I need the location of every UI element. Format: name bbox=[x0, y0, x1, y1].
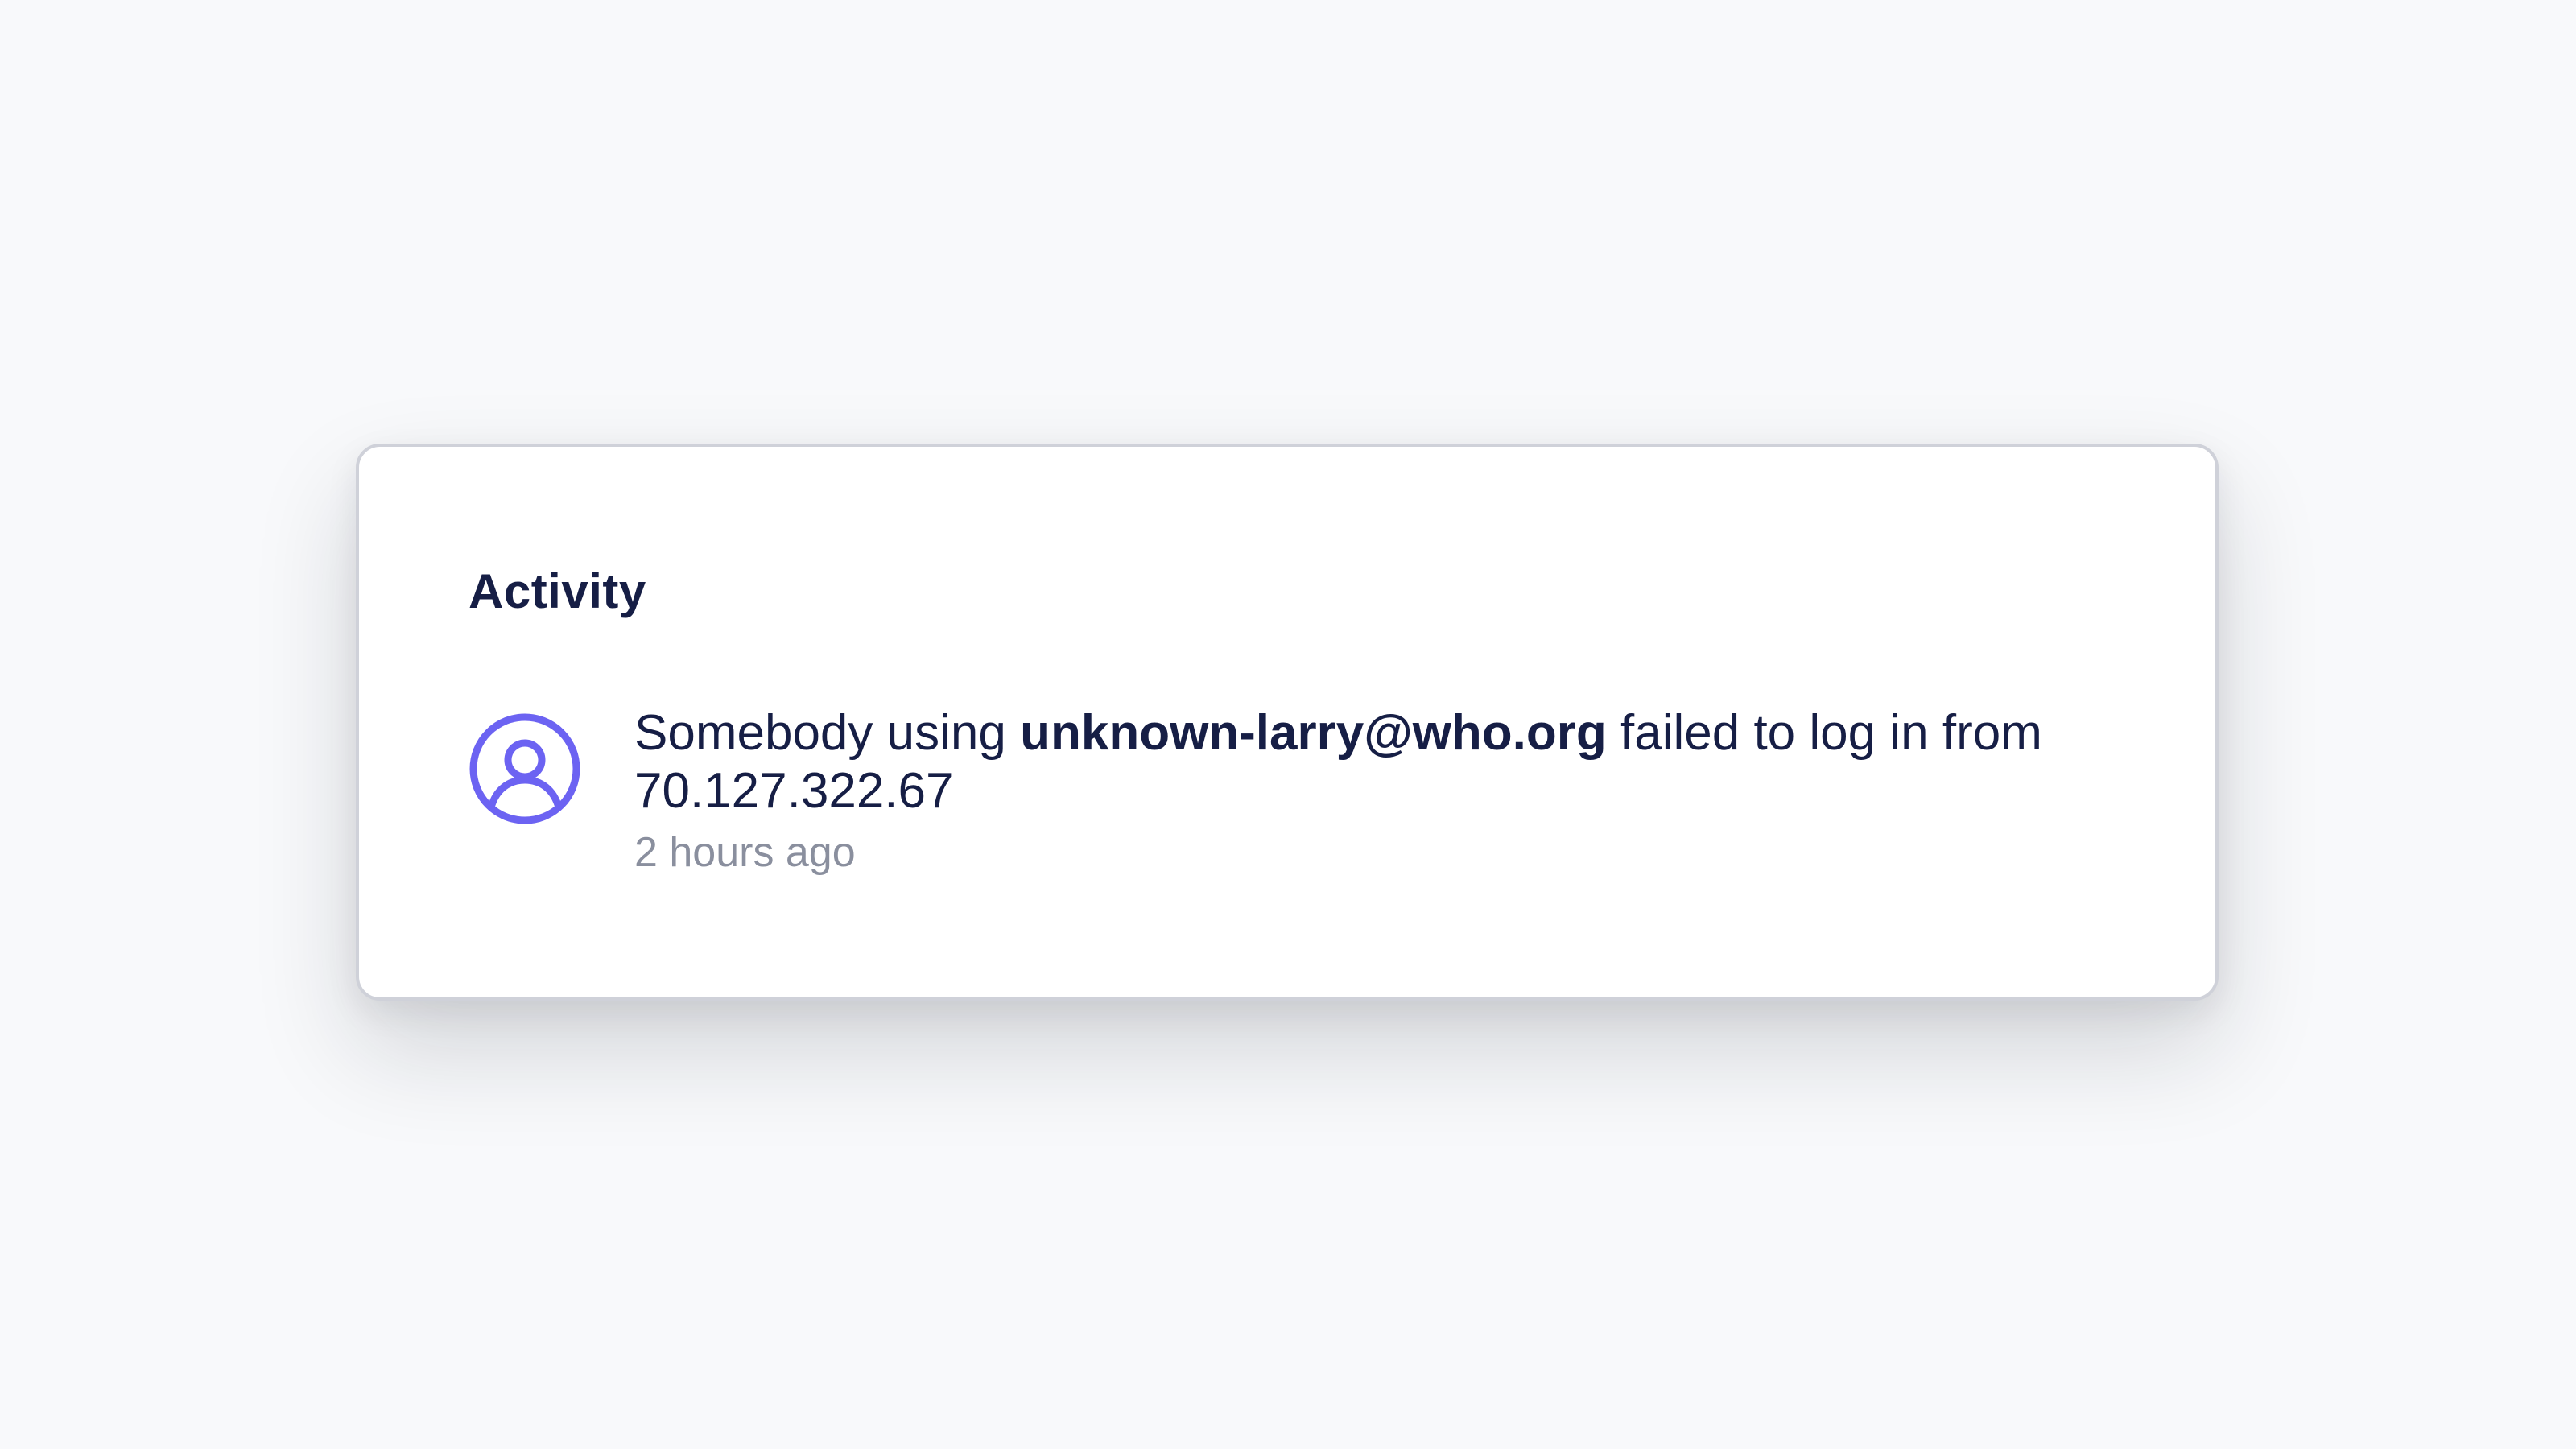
activity-card: Activity Somebody using unknown-larry@wh… bbox=[356, 444, 2219, 1001]
message-suffix: failed to log in from bbox=[1620, 705, 2042, 761]
source-ip-address: 70.127.322.67 bbox=[634, 763, 954, 819]
activity-item-body: Somebody using unknown-larry@who.org fai… bbox=[634, 704, 2119, 878]
failed-login-email: unknown-larry@who.org bbox=[1020, 705, 1607, 761]
activity-timestamp: 2 hours ago bbox=[634, 829, 856, 876]
activity-title: Activity bbox=[469, 564, 646, 618]
message-prefix: Somebody using bbox=[634, 705, 1006, 761]
activity-message: Somebody using unknown-larry@who.org fai… bbox=[634, 704, 2119, 820]
activity-item: Somebody using unknown-larry@who.org fai… bbox=[469, 705, 2119, 906]
user-circle-icon bbox=[469, 713, 580, 824]
